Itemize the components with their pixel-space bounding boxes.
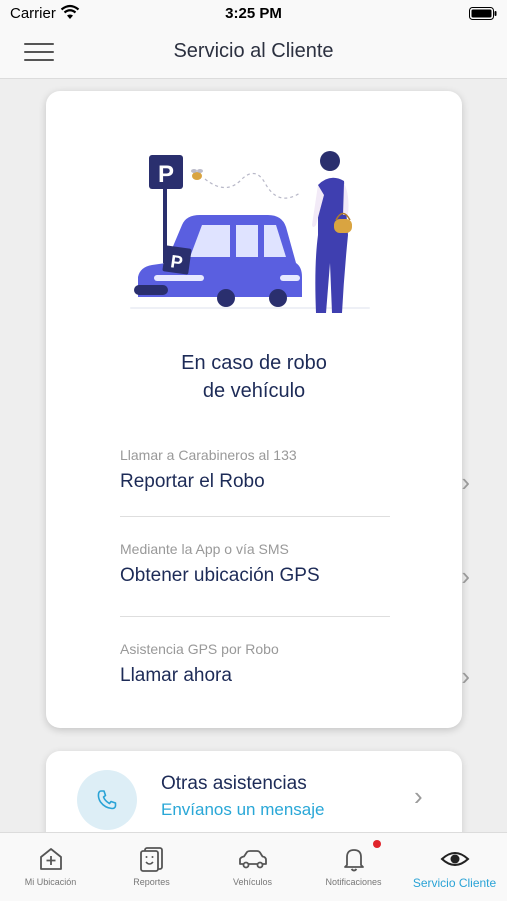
status-bar: Carrier 3:25 PM	[0, 0, 507, 28]
chevron-right-icon: ›	[461, 467, 470, 497]
option-subtitle: Llamar a Carabineros al 133	[120, 447, 297, 463]
chevron-right-icon: ›	[461, 561, 470, 591]
phone-icon-circle	[77, 770, 137, 830]
navigation-bar: Servicio al Cliente	[0, 28, 507, 79]
tab-label: Servicio Cliente	[412, 876, 497, 890]
svg-text:P: P	[158, 161, 174, 188]
tab-reportes[interactable]: Reportes	[101, 833, 202, 901]
phone-icon	[97, 790, 117, 810]
car-theft-illustration: P P	[130, 151, 370, 313]
tab-label: Vehículos	[232, 877, 273, 887]
option-subtitle: Mediante la App o vía SMS	[120, 541, 289, 557]
tab-notificaciones[interactable]: Notificaciones	[303, 833, 404, 901]
divider	[120, 616, 390, 617]
tab-label: Reportes	[133, 877, 170, 887]
clock: 3:25 PM	[225, 5, 282, 22]
battery-icon	[469, 7, 497, 20]
option-subtitle: Asistencia GPS por Robo	[120, 641, 279, 657]
option-call-now[interactable]: Asistencia GPS por Robo Llamar ahora ›	[120, 641, 470, 711]
card-heading-line1: En caso de robo	[181, 352, 327, 374]
tab-bar: Mi Ubicación Reportes Vehículos Notifica…	[0, 832, 507, 901]
reports-icon	[139, 847, 163, 872]
tab-mi-ubicacion[interactable]: Mi Ubicación	[0, 833, 101, 901]
send-message-link[interactable]: Envíanos un mensaje	[161, 800, 325, 820]
tab-label: Notificaciones	[325, 877, 382, 887]
option-gps-location[interactable]: Mediante la App o vía SMS Obtener ubicac…	[120, 541, 470, 611]
divider	[120, 516, 390, 517]
chevron-right-icon: ›	[461, 661, 470, 691]
option-title: Llamar ahora	[120, 665, 232, 686]
other-assistance-title: Otras asistencias	[161, 773, 307, 794]
location-add-icon	[39, 848, 62, 870]
page-title: Servicio al Cliente	[173, 40, 334, 62]
eye-icon	[440, 852, 469, 866]
robbery-card: P P En caso de robo de vehículo Llamar a…	[46, 91, 470, 728]
car-icon	[238, 850, 267, 869]
tab-label: Mi Ubicación	[24, 877, 77, 887]
card-heading-line2: de vehículo	[202, 380, 306, 402]
chevron-right-icon: ›	[414, 781, 423, 811]
option-title: Obtener ubicación GPS	[120, 565, 320, 586]
bell-icon	[343, 849, 364, 872]
notification-badge	[373, 840, 381, 848]
tab-vehiculos[interactable]: Vehículos	[202, 833, 303, 901]
tab-servicio-cliente[interactable]: Servicio Cliente	[404, 833, 505, 901]
card-heading: En caso de robo de vehículo	[46, 349, 462, 405]
option-title: Reportar el Robo	[120, 471, 265, 492]
option-report-robbery[interactable]: Llamar a Carabineros al 133 Reportar el …	[120, 447, 470, 517]
